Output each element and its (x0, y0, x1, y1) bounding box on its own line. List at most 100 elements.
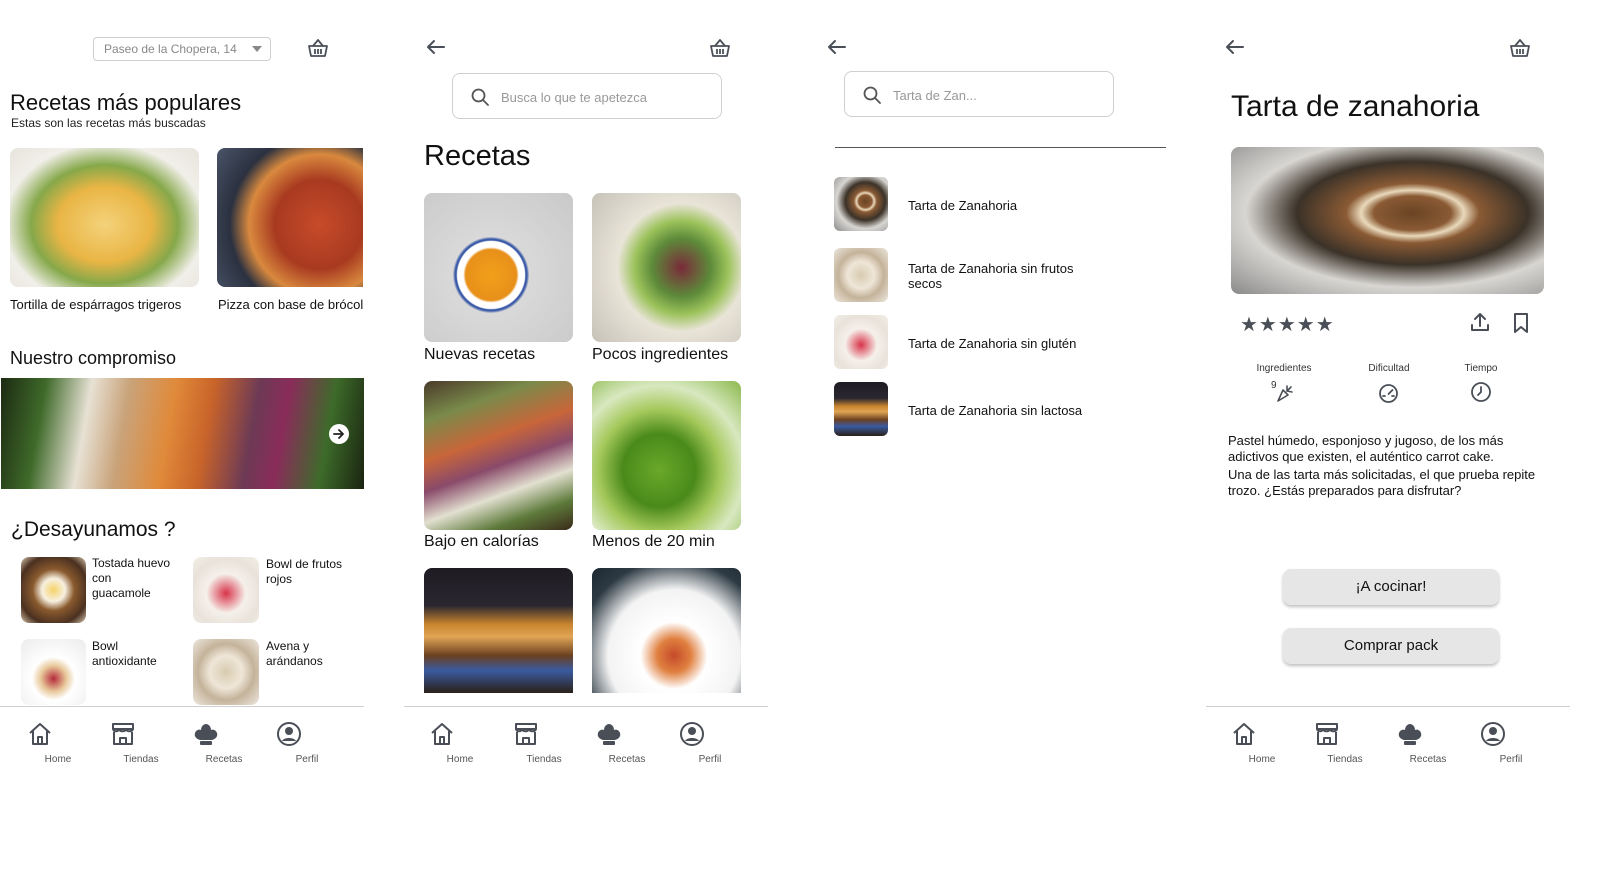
chef-hat-icon (595, 720, 659, 748)
category-image[interactable] (424, 193, 573, 342)
search-box[interactable] (844, 71, 1114, 117)
commitment-banner-image[interactable] (1, 378, 364, 489)
nav-stores-label: Tiendas (123, 754, 159, 765)
user-icon (1479, 720, 1543, 748)
nav-profile-label: Perfil (698, 754, 722, 765)
recipe-title: Tarta de zanahoria (1231, 90, 1480, 123)
breakfast-thumb[interactable] (21, 557, 86, 623)
search-result-item[interactable]: Tarta de Zanahoria sin frutos secos (834, 248, 1154, 304)
carrot-icon (1275, 383, 1295, 403)
recipe-description: Pastel húmedo, esponjoso y jugoso, de lo… (1228, 433, 1538, 499)
home-icon (428, 720, 492, 748)
nav-recipes-label: Recetas (1409, 754, 1447, 765)
popular-recipe-label[interactable]: Tortilla de espárragos trigeros (10, 297, 181, 312)
buy-pack-button[interactable]: Comprar pack (1283, 628, 1499, 664)
category-image[interactable] (424, 568, 573, 693)
popular-recipe-image[interactable] (10, 148, 199, 287)
nav-home-label: Home (1248, 754, 1276, 765)
nav-recipes[interactable]: Recetas (192, 720, 256, 765)
page-title: Recetas (424, 140, 531, 172)
bookmark-icon[interactable] (1511, 312, 1531, 334)
category-label[interactable]: Bajo en calorías (424, 533, 539, 551)
results-divider (835, 147, 1166, 148)
breakfast-thumb[interactable] (193, 557, 259, 623)
cook-button[interactable]: ¡A cocinar! (1283, 569, 1499, 605)
search-icon (863, 86, 881, 104)
nav-divider (404, 706, 768, 707)
back-arrow-icon[interactable] (425, 36, 447, 58)
user-icon (275, 720, 339, 748)
category-image[interactable] (424, 381, 573, 530)
nav-profile[interactable]: Perfil (1479, 720, 1543, 765)
nav-home[interactable]: Home (428, 720, 492, 765)
arrow-right-circle-icon[interactable] (328, 423, 350, 445)
store-icon (109, 720, 173, 748)
breakfast-label[interactable]: Bowl antioxidante (92, 639, 172, 669)
category-label[interactable]: Nuevas recetas (424, 346, 535, 364)
search-input[interactable] (893, 84, 1103, 106)
search-result-item[interactable]: Tarta de Zanahoria sin lactosa (834, 382, 1154, 438)
home-screen: Paseo de la Chopera, 14 Recetas más popu… (0, 0, 368, 877)
share-icon[interactable] (1469, 311, 1491, 333)
search-box[interactable] (452, 73, 722, 119)
clock-icon (1470, 381, 1492, 403)
nav-profile-label: Perfil (1499, 754, 1523, 765)
ingredients-label: Ingredientes (1256, 363, 1312, 374)
category-label[interactable]: Pocos ingredientes (592, 346, 728, 364)
user-icon (678, 720, 742, 748)
search-results-screen: Tarta de Zanahoria Tarta de Zanahoria si… (806, 0, 1178, 877)
breakfast-label[interactable]: Tostada huevo con guacamole (92, 556, 172, 601)
gauge-icon (1378, 383, 1399, 404)
search-input[interactable] (501, 86, 711, 108)
nav-divider (1206, 706, 1570, 707)
home-icon (26, 720, 90, 748)
nav-stores-label: Tiendas (1327, 754, 1363, 765)
time-stat: Tiempo (1450, 363, 1512, 402)
basket-icon[interactable] (306, 36, 330, 60)
breakfast-label[interactable]: Avena y arándanos (266, 639, 346, 669)
nav-stores[interactable]: Tiendas (512, 720, 576, 765)
category-label[interactable]: Menos de 20 min (592, 533, 715, 551)
breakfast-thumb[interactable] (21, 639, 86, 705)
nav-recipes[interactable]: Recetas (1396, 720, 1460, 765)
chef-hat-icon (192, 720, 256, 748)
category-image[interactable] (592, 568, 741, 693)
breakfast-label[interactable]: Bowl de frutos rojos (266, 557, 346, 587)
nav-home[interactable]: Home (1230, 720, 1294, 765)
address-select[interactable]: Paseo de la Chopera, 14 (93, 37, 271, 61)
back-arrow-icon[interactable] (826, 36, 848, 58)
breakfast-thumb[interactable] (193, 639, 259, 705)
breakfast-title: ¿Desayunamos ? (11, 518, 176, 541)
nav-recipes[interactable]: Recetas (595, 720, 659, 765)
search-result-item[interactable]: Tarta de Zanahoria (834, 177, 1154, 233)
back-arrow-icon[interactable] (1224, 36, 1246, 58)
difficulty-label: Dificultad (1368, 363, 1410, 374)
search-icon (471, 88, 489, 106)
nav-stores[interactable]: Tiendas (1313, 720, 1377, 765)
category-image[interactable] (592, 193, 741, 342)
search-result-item[interactable]: Tarta de Zanahoria sin glutén (834, 315, 1154, 371)
store-icon (512, 720, 576, 748)
basket-icon[interactable] (708, 36, 732, 60)
nav-divider (0, 706, 364, 707)
nav-home-label: Home (446, 754, 474, 765)
nav-stores[interactable]: Tiendas (109, 720, 173, 765)
rating-stars[interactable]: ★★★★★ (1240, 312, 1335, 337)
result-label: Tarta de Zanahoria sin lactosa (908, 403, 1083, 418)
chef-hat-icon (1396, 720, 1460, 748)
nav-recipes-label: Recetas (608, 754, 646, 765)
popular-recipe-label[interactable]: Pizza con base de brócol (218, 297, 363, 312)
nav-recipes-label: Recetas (205, 754, 243, 765)
nav-profile-label: Perfil (295, 754, 319, 765)
category-image[interactable] (592, 381, 741, 530)
popular-subtitle: Estas son las recetas más buscadas (11, 116, 206, 130)
nav-profile[interactable]: Perfil (678, 720, 742, 765)
recipe-image (1231, 147, 1544, 294)
nav-home[interactable]: Home (26, 720, 90, 765)
basket-icon[interactable] (1508, 36, 1532, 60)
result-thumb (834, 177, 888, 231)
nav-profile[interactable]: Perfil (275, 720, 339, 765)
time-label: Tiempo (1464, 363, 1498, 374)
popular-recipe-image[interactable] (217, 148, 363, 287)
result-label: Tarta de Zanahoria (908, 198, 1018, 213)
